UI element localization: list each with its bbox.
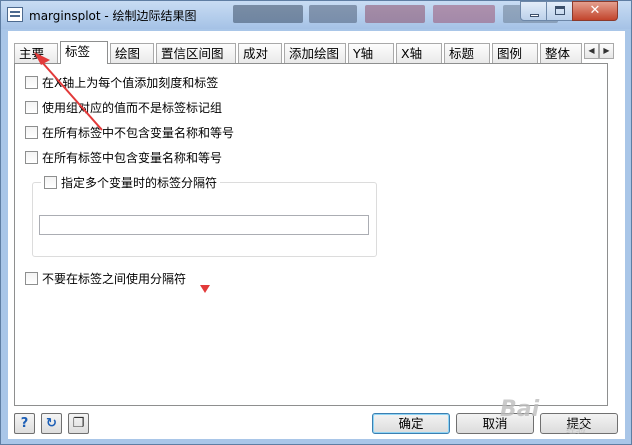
checkbox[interactable] — [25, 271, 38, 285]
tab-overall[interactable]: 整体 — [540, 43, 582, 63]
maximize-button[interactable] — [546, 1, 573, 21]
tab-legend[interactable]: 图例 — [492, 43, 538, 63]
checkbox-label: 使用组对应的值而不是标签标记组 — [42, 100, 223, 115]
tab-scroll-left[interactable]: ◀ — [584, 43, 599, 59]
chevron-right-icon: ▶ — [603, 46, 610, 55]
background-taskbar-blur — [233, 5, 563, 23]
dialog-window: marginsplot - 绘制边际结果图 ✕ 主要 标签 绘图 置信区间图 成… — [0, 0, 632, 445]
tab-label: X轴 — [401, 46, 423, 61]
minimize-button[interactable] — [520, 1, 547, 21]
tab-scroll-right[interactable]: ▶ — [599, 43, 614, 59]
checkbox-label: 指定多个变量时的标签分隔符 — [61, 176, 218, 190]
minimize-icon — [530, 14, 539, 17]
option-no-separator[interactable]: 不要在标签之间使用分隔符 — [25, 270, 186, 286]
maximize-icon — [555, 6, 565, 15]
tab-label: Y轴 — [353, 46, 374, 61]
tab-label: 标签 — [65, 44, 91, 59]
chevron-left-icon: ◀ — [588, 46, 595, 55]
tab-x-axis[interactable]: X轴 — [396, 43, 442, 63]
tab-main[interactable]: 主要 — [14, 43, 58, 63]
option-use-values[interactable]: 使用组对应的值而不是标签标记组 — [25, 99, 222, 115]
tab-ci-plot[interactable]: 置信区间图 — [156, 43, 236, 63]
ok-button[interactable]: 确定 — [372, 413, 450, 434]
tab-pairwise[interactable]: 成对 — [238, 43, 282, 63]
option-include-varname[interactable]: 在所有标签中包含变量名称和等号 — [25, 149, 222, 165]
tab-label: 主要 — [19, 46, 45, 61]
checkbox-label: 在所有标签中包含变量名称和等号 — [42, 150, 223, 165]
checkbox[interactable] — [25, 100, 38, 114]
checkbox-label: 不要在标签之间使用分隔符 — [42, 271, 187, 286]
tab-label: 标题 — [449, 46, 475, 61]
labels-tab-panel: 在X轴上为每个值添加刻度和标签 使用组对应的值而不是标签标记组 在所有标签中不包… — [14, 63, 608, 406]
tab-label: 图例 — [497, 46, 523, 61]
checkbox[interactable] — [25, 125, 38, 139]
option-xaxis-ticks[interactable]: 在X轴上为每个值添加刻度和标签 — [25, 74, 218, 90]
tab-plot[interactable]: 绘图 — [110, 43, 154, 63]
window-icon — [7, 7, 23, 22]
tab-label: 绘图 — [115, 46, 141, 61]
title-bar[interactable]: marginsplot - 绘制边际结果图 ✕ — [1, 1, 631, 29]
checkbox[interactable] — [25, 150, 38, 164]
checkbox[interactable] — [25, 75, 38, 89]
tab-strip: 主要 标签 绘图 置信区间图 成对 添加绘图 Y轴 X轴 标题 图例 整体 ◀ … — [14, 41, 614, 64]
button-bar: ? ↻ ❐ 确定 取消 提交 — [8, 409, 625, 439]
separator-input[interactable] — [39, 215, 369, 235]
tab-addplot[interactable]: 添加绘图 — [284, 43, 346, 63]
tab-y-axis[interactable]: Y轴 — [348, 43, 394, 63]
reset-button[interactable]: ↻ — [41, 413, 62, 434]
help-button[interactable]: ? — [14, 413, 35, 434]
help-icon: ? — [20, 416, 29, 431]
copy-icon: ❐ — [72, 416, 85, 431]
tab-label: 置信区间图 — [161, 46, 224, 61]
close-button[interactable]: ✕ — [572, 1, 618, 21]
separator-groupbox: 指定多个变量时的标签分隔符 — [32, 174, 377, 257]
copy-button[interactable]: ❐ — [68, 413, 89, 434]
checkbox[interactable] — [44, 176, 57, 189]
checkbox-label: 在所有标签中不包含变量名称和等号 — [42, 125, 235, 140]
tab-label: 整体 — [545, 46, 571, 61]
option-no-varname[interactable]: 在所有标签中不包含变量名称和等号 — [25, 124, 234, 140]
submit-button[interactable]: 提交 — [540, 413, 618, 434]
annotation-marker — [200, 285, 210, 293]
dialog-client: 主要 标签 绘图 置信区间图 成对 添加绘图 Y轴 X轴 标题 图例 整体 ◀ … — [8, 31, 625, 439]
cancel-button[interactable]: 取消 — [456, 413, 534, 434]
window-title: marginsplot - 绘制边际结果图 — [29, 9, 197, 23]
separator-toggle[interactable]: 指定多个变量时的标签分隔符 — [41, 174, 221, 191]
refresh-icon: ↻ — [46, 416, 57, 431]
tab-label: 添加绘图 — [289, 46, 340, 61]
tab-label: 成对 — [243, 46, 269, 61]
checkbox-label: 在X轴上为每个值添加刻度和标签 — [42, 75, 219, 90]
tab-titles[interactable]: 标题 — [444, 43, 490, 63]
tab-labels[interactable]: 标签 — [60, 41, 108, 64]
close-icon: ✕ — [589, 3, 601, 18]
